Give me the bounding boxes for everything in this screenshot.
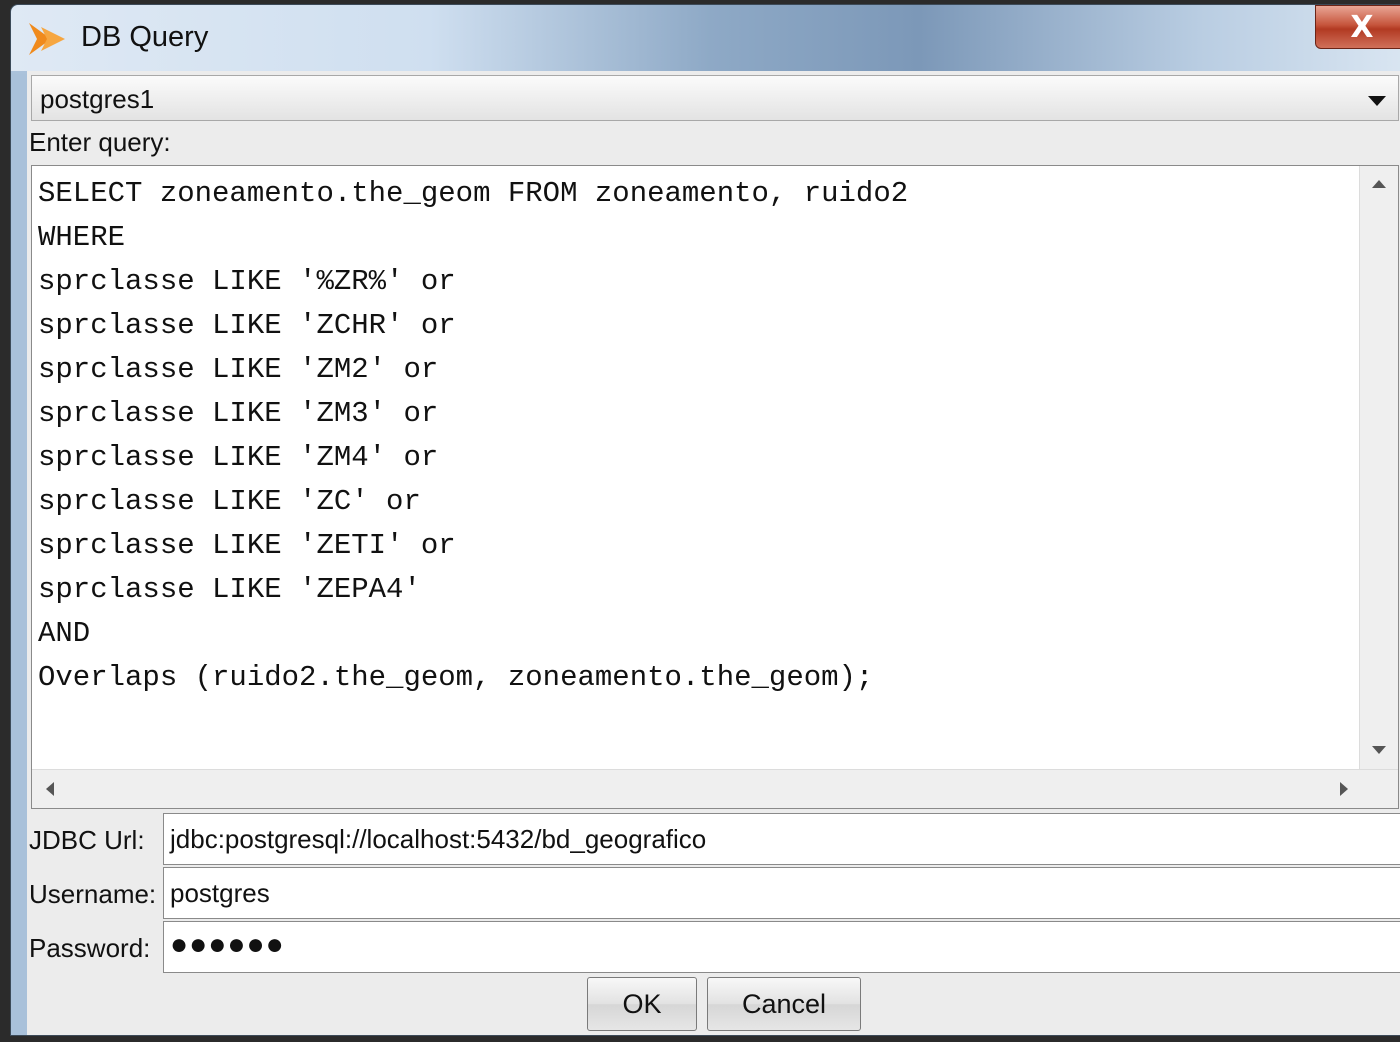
title-bar[interactable]: DB Query X (11, 5, 1400, 71)
scroll-left-icon[interactable] (46, 782, 54, 796)
scroll-right-icon[interactable] (1340, 782, 1348, 796)
chevron-down-icon[interactable] (1368, 96, 1386, 106)
ok-button[interactable]: OK (587, 977, 697, 1031)
app-logo-icon (29, 23, 65, 55)
query-text[interactable]: SELECT zoneamento.the_geom FROM zoneamen… (38, 172, 908, 700)
query-label: Enter query: (29, 127, 171, 157)
horizontal-scrollbar[interactable] (32, 769, 1398, 808)
jdbc-url-field[interactable]: jdbc:postgresql://localhost:5432/bd_geog… (163, 813, 1400, 865)
cancel-button[interactable]: Cancel (707, 977, 861, 1031)
close-button[interactable]: X (1315, 5, 1400, 49)
password-field[interactable]: ●●●●●● (163, 921, 1400, 973)
jdbc-url-label: JDBC Url: (29, 825, 145, 855)
username-field[interactable]: postgres (163, 867, 1400, 919)
scroll-down-icon[interactable] (1372, 746, 1386, 754)
connection-select-value: postgres1 (40, 84, 155, 114)
window-title: DB Query (81, 21, 209, 53)
close-icon: X (1350, 9, 1374, 45)
dialog-body: postgres1 Enter query: SELECT zoneamento… (27, 71, 1400, 1035)
password-label: Password: (29, 933, 151, 963)
username-label: Username: (29, 879, 157, 909)
vertical-scrollbar[interactable] (1359, 166, 1398, 770)
scroll-up-icon[interactable] (1372, 180, 1386, 188)
query-editor[interactable]: SELECT zoneamento.the_geom FROM zoneamen… (31, 165, 1399, 809)
connection-select[interactable]: postgres1 (31, 75, 1399, 121)
db-query-dialog: DB Query X postgres1 Enter query: SELECT… (10, 4, 1400, 1036)
